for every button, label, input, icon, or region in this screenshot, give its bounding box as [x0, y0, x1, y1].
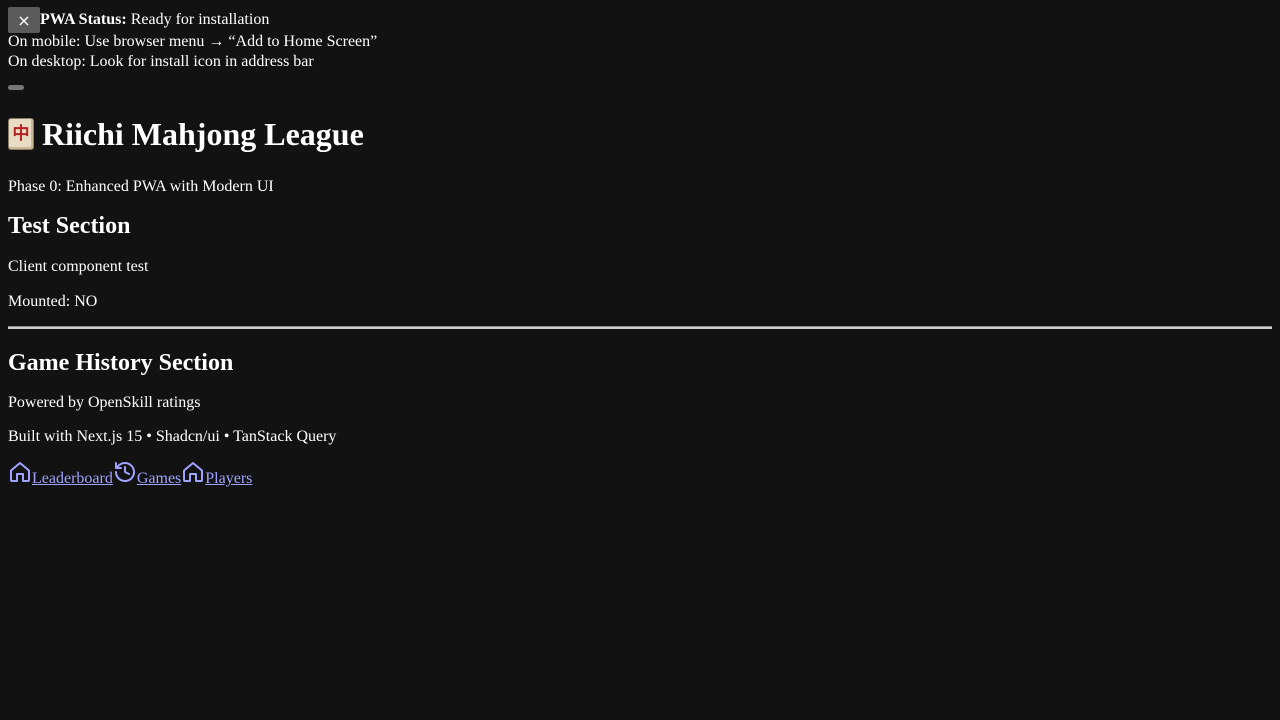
nav-item-leaderboard[interactable]: Leaderboard [8, 460, 113, 488]
page-title-text: Riichi Mahjong League [42, 116, 364, 152]
home-icon [183, 462, 204, 482]
bottom-nav: Leaderboard Games Players [8, 462, 1272, 488]
section-divider [8, 326, 1272, 329]
mounted-status: Mounted: NO [8, 293, 98, 310]
nav-item-label: Games [136, 470, 182, 487]
page: × PWA Status: Ready for installation On … [0, 0, 1280, 496]
mobile-install-hint: On mobile: Use browser menu → “Add to Ho… [8, 33, 378, 50]
test-section-heading: Test Section [8, 213, 131, 239]
mahjong-tile-icon: 中 [8, 118, 34, 150]
nav-item-label: Players [205, 470, 253, 487]
nav-item-label: Leaderboard [32, 470, 113, 487]
pwa-status-value: Ready for installation [130, 11, 270, 28]
pwa-status-banner: × PWA Status: Ready for installation On … [8, 7, 1272, 73]
desktop-install-hint: On desktop: Look for install icon in add… [8, 53, 314, 70]
test-section-description: Client component test [8, 258, 149, 275]
pwa-status-label: PWA Status: [40, 11, 127, 28]
page-subtitle: Phase 0: Enhanced PWA with Modern UI [8, 178, 274, 195]
powered-by-text: Powered by OpenSkill ratings [8, 394, 201, 411]
page-title: 中 Riichi Mahjong League [8, 114, 1272, 154]
nav-item-players[interactable]: Players [181, 460, 252, 488]
close-icon[interactable]: × [8, 7, 40, 33]
nav-item-games[interactable]: Games [113, 460, 181, 488]
built-with-text: Built with Next.js 15 • Shadcn/ui • TanS… [8, 428, 337, 445]
history-icon [114, 462, 135, 482]
theme-toggle-button[interactable] [8, 85, 24, 90]
home-icon [10, 462, 30, 482]
pwa-status-line: PWA Status: Ready for installation [8, 7, 1272, 33]
game-history-heading: Game History Section [8, 350, 234, 376]
